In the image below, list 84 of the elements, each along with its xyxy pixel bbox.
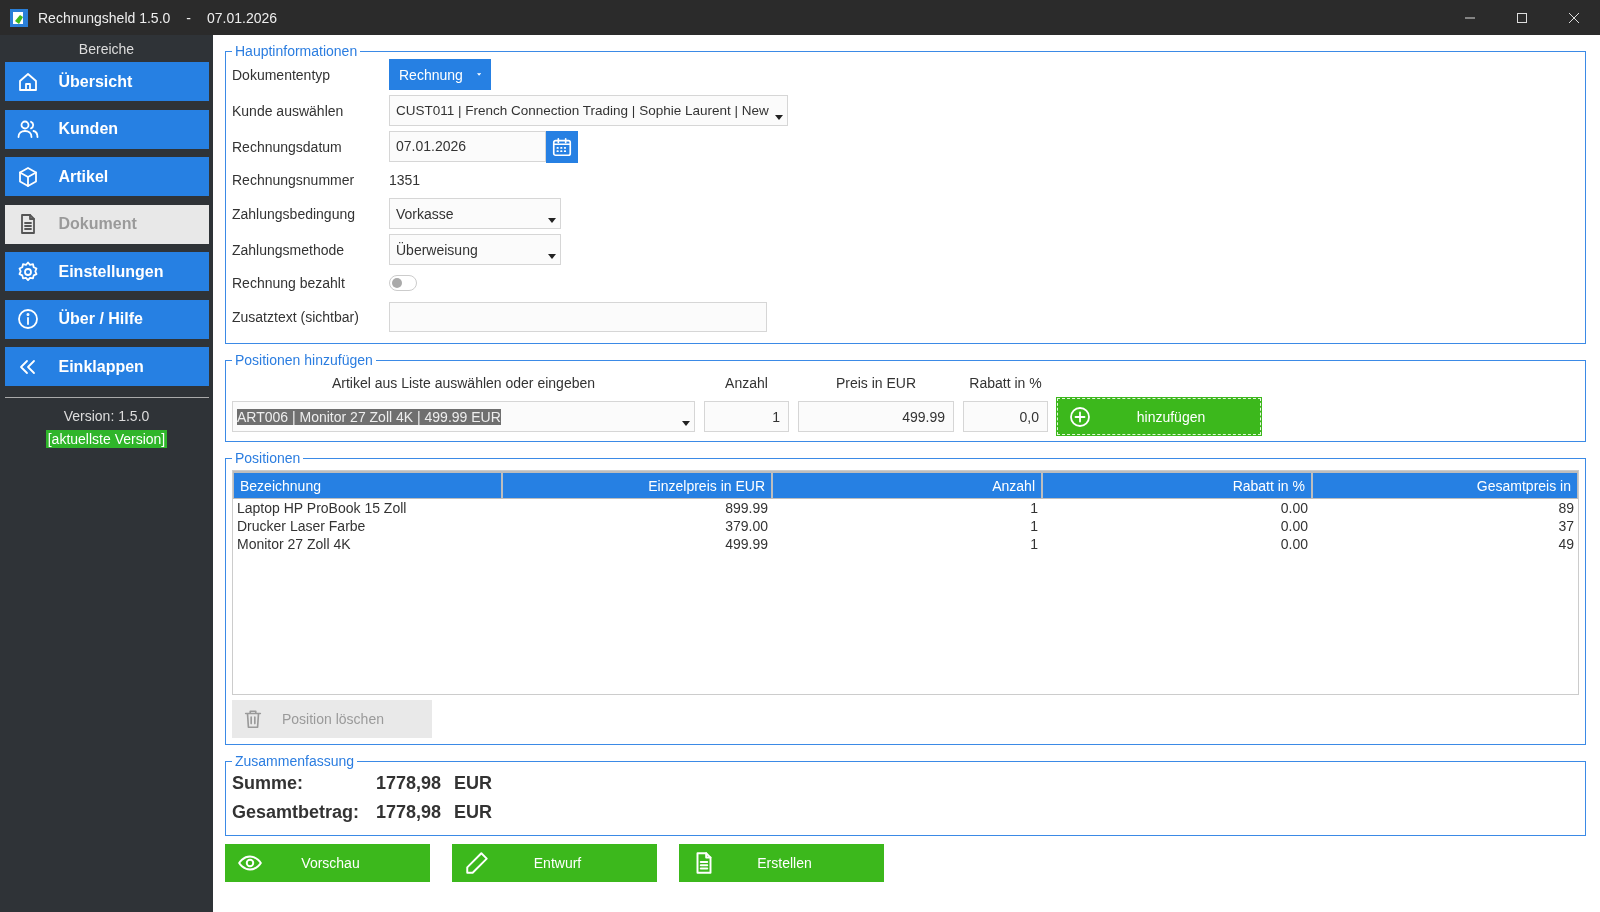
- dropdown-arrow-icon: [476, 71, 481, 78]
- table-cell-text: 49: [1557, 535, 1575, 553]
- table-cell-text: 499.99: [724, 535, 769, 553]
- price-field[interactable]: 499.99: [798, 401, 954, 432]
- section-legend: Hauptinformationen: [232, 43, 361, 59]
- column-header[interactable]: Rabatt in %: [1042, 471, 1312, 499]
- table-cell-text: 899.99: [724, 499, 769, 517]
- table-cell-text: 0.00: [1279, 517, 1309, 535]
- column-header[interactable]: Einzelpreis in EUR: [502, 471, 772, 499]
- table-cell-text: 0.00: [1279, 535, 1309, 553]
- field-label: Kunde auswählen: [232, 102, 345, 119]
- column-header[interactable]: Gesamtpreis in: [1312, 471, 1578, 499]
- combo-box[interactable]: CUST011 | French Connection Trading | Sophie Laurent | New: [389, 95, 788, 126]
- column-heading: Anzahl: [724, 374, 769, 393]
- action-button[interactable]: Vorschau: [225, 844, 430, 882]
- trash-icon: [242, 708, 264, 730]
- document-type-dropdown[interactable]: Rechnung: [389, 59, 491, 90]
- sidebar-heading: Bereiche: [78, 41, 135, 57]
- table-cell-text: 1: [1029, 535, 1039, 553]
- sidebar-item[interactable]: Übersicht: [4, 62, 209, 101]
- table-cell-text: 1: [1029, 517, 1039, 535]
- table-cell-text: Drucker Laser Farbe: [236, 517, 367, 535]
- dropdown-arrow-icon: [548, 218, 556, 223]
- table-cell-text: Laptop HP ProBook 15 Zoll: [236, 499, 408, 517]
- table-cell-text: Monitor 27 Zoll 4K: [236, 535, 352, 553]
- toggle-switch[interactable]: [389, 275, 417, 291]
- window-title: Rechnungsheld 1.5.0: [38, 9, 171, 26]
- section-legend: Positionen hinzufügen: [232, 352, 376, 368]
- dropdown-arrow-icon: [682, 421, 690, 426]
- quantity-field[interactable]: 1: [704, 401, 789, 432]
- article-combo-box[interactable]: ART006 | Monitor 27 Zoll 4K | 499.99 EUR: [232, 401, 695, 432]
- field-label: Rechnungsdatum: [232, 138, 343, 155]
- version-text: Version: 1.5.0: [63, 407, 150, 424]
- sidebar-item[interactable]: Einklappen: [4, 347, 209, 386]
- close-icon[interactable]: [1568, 11, 1580, 24]
- calendar-icon: [551, 135, 573, 158]
- combo-box[interactable]: Überweisung: [389, 234, 561, 265]
- table-cell-text: 0.00: [1279, 499, 1309, 517]
- discount-field[interactable]: 0,0: [963, 401, 1048, 432]
- dropdown-arrow-icon: [548, 254, 556, 259]
- field-label: Zusatztext (sichtbar): [232, 308, 360, 325]
- plus-circle-icon: [1068, 404, 1092, 429]
- input-field[interactable]: [389, 301, 767, 332]
- pencil-icon: [464, 850, 490, 876]
- sidebar-item[interactable]: Kunden: [4, 109, 209, 149]
- summary-label: Gesamtbetrag:: [232, 802, 361, 823]
- column-heading: Artikel aus Liste auswählen oder eingeben: [330, 374, 597, 393]
- table-cell-text: 89: [1557, 499, 1575, 517]
- summary-currency: EUR: [454, 802, 492, 823]
- table-cell-text: 37: [1557, 517, 1575, 535]
- summary-amount: 1778,98: [376, 802, 443, 823]
- summary-amount: 1778,98: [376, 773, 443, 794]
- sidebar-item[interactable]: Artikel: [4, 157, 209, 196]
- sidebar-item[interactable]: Einstellungen: [4, 252, 209, 291]
- maximize-icon[interactable]: [1516, 11, 1528, 24]
- combo-box[interactable]: Vorkasse: [389, 198, 561, 229]
- action-button[interactable]: Erstellen: [679, 844, 884, 882]
- field-label: Rechnung bezahlt: [232, 275, 346, 291]
- add-button[interactable]: hinzufügen: [1057, 398, 1261, 435]
- table-cell-text: 1: [1029, 499, 1039, 517]
- field-label: Rechnungsnummer: [232, 172, 356, 188]
- section-legend: Zusammenfassung: [232, 753, 358, 769]
- column-header[interactable]: Bezeichnung: [233, 471, 502, 499]
- field-label: Zahlungsmethode: [232, 241, 346, 258]
- column-heading: Preis in EUR: [834, 374, 918, 393]
- invoice-number: 1351: [389, 172, 421, 188]
- summary-currency: EUR: [454, 773, 492, 794]
- sidebar-item[interactable]: Über / Hilfe: [4, 299, 209, 339]
- info-icon: [15, 307, 40, 331]
- window-date: 07.01.2026: [207, 9, 278, 26]
- title-separator: -: [186, 9, 191, 26]
- action-button[interactable]: Entwurf: [452, 844, 657, 882]
- version-badge: [aktuellste Version]: [45, 429, 168, 448]
- app-logo-icon: [10, 8, 28, 27]
- table-cell-text: 379.00: [724, 517, 769, 535]
- summary-label: Summe:: [232, 773, 304, 794]
- date-field[interactable]: 07.01.2026: [389, 130, 546, 162]
- field-label: Zahlungsbedingung: [232, 205, 356, 222]
- column-header[interactable]: Anzahl: [772, 471, 1042, 499]
- field-label: Dokumententyp: [232, 66, 332, 83]
- calendar-button[interactable]: [546, 130, 578, 163]
- section-legend: Positionen: [232, 450, 304, 466]
- column-heading: Rabatt in %: [968, 374, 1043, 393]
- dropdown-arrow-icon: [774, 115, 783, 120]
